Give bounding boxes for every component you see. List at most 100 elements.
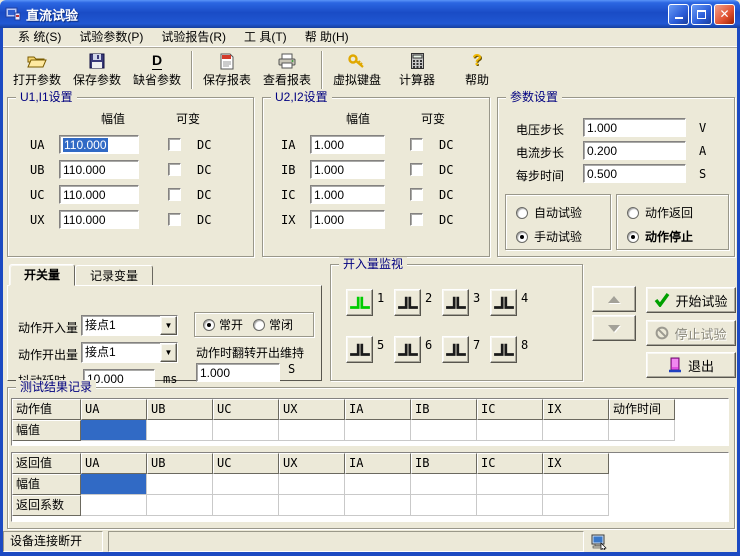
ix-dc-label: DC xyxy=(439,213,453,227)
step-time-input[interactable]: 0.500 xyxy=(583,164,686,183)
normally-open-option[interactable]: 常开 xyxy=(203,316,243,333)
return-cell[interactable] xyxy=(477,495,543,516)
return-cell[interactable] xyxy=(345,495,411,516)
action-stop-radio[interactable] xyxy=(627,231,639,243)
ia-dc-checkbox[interactable] xyxy=(410,138,423,151)
minimize-icon xyxy=(675,17,683,19)
auto-test-radio[interactable] xyxy=(516,207,528,219)
ic-amplitude-input[interactable]: 1.000 xyxy=(310,185,385,204)
ia-amplitude-input[interactable]: 1.000 xyxy=(310,135,385,154)
ua-amplitude-input[interactable]: 110.000 xyxy=(59,135,139,154)
channel-6-button[interactable] xyxy=(394,336,421,363)
ux-amplitude-input[interactable]: 110.000 xyxy=(59,210,139,229)
action-cell-ua-selected[interactable] xyxy=(81,420,147,441)
ix-dc-checkbox[interactable] xyxy=(410,213,423,226)
step-down-button[interactable] xyxy=(592,315,636,341)
menu-help[interactable]: 帮 助(H) xyxy=(296,28,358,47)
view-report-label: 查看报表 xyxy=(263,71,311,88)
action-cell[interactable] xyxy=(279,420,345,441)
ub-dc-checkbox[interactable] xyxy=(168,163,181,176)
default-params-button[interactable]: D 缺省参数 xyxy=(127,49,187,91)
action-cell[interactable] xyxy=(609,420,675,441)
action-cell[interactable] xyxy=(477,420,543,441)
voltage-step-input[interactable]: 1.000 xyxy=(583,118,686,137)
channel-3-number: 3 xyxy=(473,291,480,305)
action-stop-option[interactable]: 动作停止 xyxy=(627,228,693,245)
open-folder-icon xyxy=(27,52,47,70)
minimize-button[interactable] xyxy=(668,4,689,25)
return-cell[interactable] xyxy=(543,474,609,495)
normally-open-radio[interactable] xyxy=(203,319,215,331)
channel-5-number: 5 xyxy=(377,338,384,352)
return-cell[interactable] xyxy=(411,495,477,516)
return-cell[interactable] xyxy=(543,495,609,516)
channel-8-button[interactable] xyxy=(490,336,517,363)
window-border-bottom xyxy=(0,552,740,556)
return-cell[interactable] xyxy=(213,474,279,495)
ic-dc-checkbox[interactable] xyxy=(410,188,423,201)
close-button[interactable]: ✕ xyxy=(714,4,735,25)
ib-dc-checkbox[interactable] xyxy=(410,163,423,176)
menu-tools[interactable]: 工 具(T) xyxy=(235,28,296,47)
save-params-button[interactable]: 保存参数 xyxy=(67,49,127,91)
return-cell[interactable] xyxy=(81,495,147,516)
tab-record-variable[interactable]: 记录变量 xyxy=(75,265,153,286)
channel-3-button[interactable] xyxy=(442,289,469,316)
return-cell[interactable] xyxy=(279,474,345,495)
action-cell[interactable] xyxy=(345,420,411,441)
open-params-button[interactable]: 打开参数 xyxy=(7,49,67,91)
menu-system[interactable]: 系 统(S) xyxy=(9,28,70,47)
return-cell[interactable] xyxy=(411,474,477,495)
flip-hold-input[interactable]: 1.000 xyxy=(196,363,280,382)
step-up-button[interactable] xyxy=(592,286,636,312)
channel-4-button[interactable] xyxy=(490,289,517,316)
action-return-option[interactable]: 动作返回 xyxy=(627,204,693,221)
manual-test-option[interactable]: 手动试验 xyxy=(516,228,582,245)
calculator-button[interactable]: 计算器 xyxy=(387,49,447,91)
uc-dc-checkbox[interactable] xyxy=(168,188,181,201)
action-cell[interactable] xyxy=(213,420,279,441)
save-report-button[interactable]: 保存报表 xyxy=(197,49,257,91)
help-button[interactable]: ? 帮助 xyxy=(447,49,507,91)
return-cell[interactable] xyxy=(345,474,411,495)
tab-switch-quantity[interactable]: 开关量 xyxy=(9,264,75,286)
ib-amplitude-input[interactable]: 1.000 xyxy=(310,160,385,179)
menu-test-params[interactable]: 试验参数(P) xyxy=(70,28,152,47)
exit-button[interactable]: 退出 xyxy=(646,352,736,378)
uc-amplitude-input[interactable]: 110.000 xyxy=(59,185,139,204)
action-output-label: 动作开出量 xyxy=(18,346,78,363)
action-output-select[interactable]: 接点1 ▼ xyxy=(81,342,178,363)
ub-amplitude-input[interactable]: 110.000 xyxy=(59,160,139,179)
current-step-input[interactable]: 0.200 xyxy=(583,141,686,160)
return-cell-ua-selected[interactable] xyxy=(81,474,147,495)
auto-test-option[interactable]: 自动试验 xyxy=(516,204,582,221)
menu-test-report[interactable]: 试验报告(R) xyxy=(152,28,235,47)
view-report-button[interactable]: 查看报表 xyxy=(257,49,317,91)
dropdown-arrow-icon[interactable]: ▼ xyxy=(160,343,177,362)
dropdown-arrow-icon[interactable]: ▼ xyxy=(160,316,177,335)
action-cell[interactable] xyxy=(543,420,609,441)
channel-5-button[interactable] xyxy=(346,336,373,363)
return-cell[interactable] xyxy=(477,474,543,495)
action-return-radio[interactable] xyxy=(627,207,639,219)
stop-test-button[interactable]: 停止试验 xyxy=(646,320,736,346)
normally-closed-option[interactable]: 常闭 xyxy=(253,316,293,333)
ux-dc-checkbox[interactable] xyxy=(168,213,181,226)
action-input-select[interactable]: 接点1 ▼ xyxy=(81,315,178,336)
start-test-button[interactable]: 开始试验 xyxy=(646,287,736,313)
return-cell[interactable] xyxy=(279,495,345,516)
action-cell[interactable] xyxy=(411,420,477,441)
return-cell[interactable] xyxy=(147,474,213,495)
return-cell[interactable] xyxy=(147,495,213,516)
virtual-keyboard-button[interactable]: 虚拟键盘 xyxy=(327,49,387,91)
channel-7-button[interactable] xyxy=(442,336,469,363)
return-cell[interactable] xyxy=(213,495,279,516)
channel-1-button[interactable] xyxy=(346,289,373,316)
maximize-button[interactable] xyxy=(691,4,712,25)
action-cell[interactable] xyxy=(147,420,213,441)
channel-2-button[interactable] xyxy=(394,289,421,316)
ix-amplitude-input[interactable]: 1.000 xyxy=(310,210,385,229)
normally-closed-radio[interactable] xyxy=(253,319,265,331)
manual-test-radio[interactable] xyxy=(516,231,528,243)
ua-dc-checkbox[interactable] xyxy=(168,138,181,151)
